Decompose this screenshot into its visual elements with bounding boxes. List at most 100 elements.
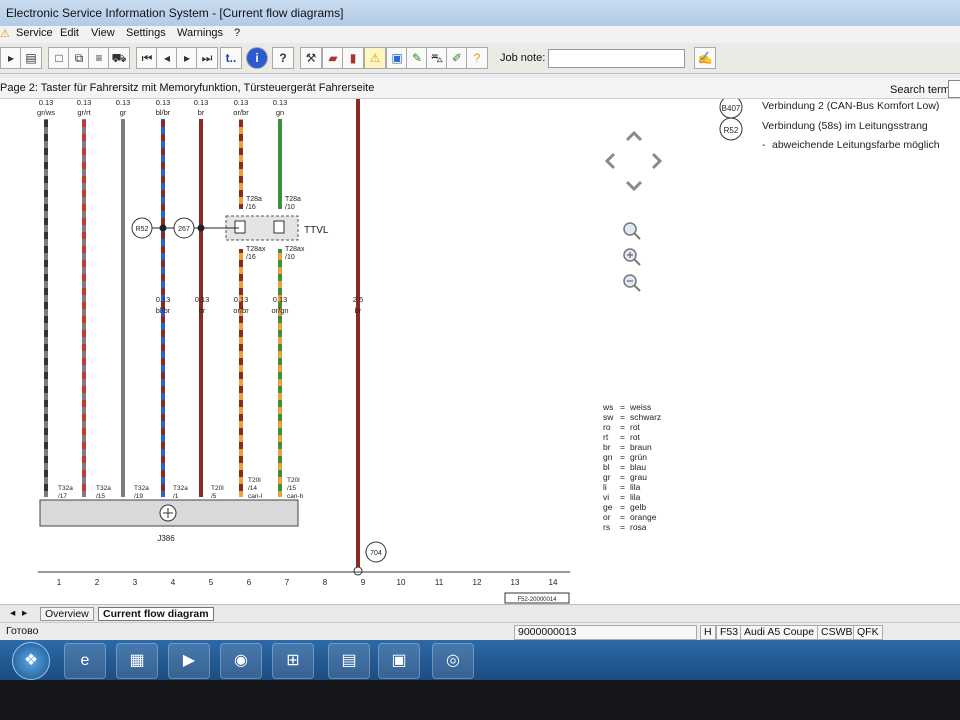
media-player-icon[interactable]: ▶ — [168, 643, 210, 679]
ruler-14: 14 — [549, 578, 558, 587]
diagnostic-app-icon[interactable]: ▤ — [328, 643, 370, 679]
connector-top-pin-1-id: T28a — [246, 196, 262, 203]
ruler-3: 3 — [133, 578, 138, 587]
junction-r52-dot — [159, 224, 167, 232]
first-page-icon[interactable]: ⏮ — [136, 47, 158, 69]
file-explorer-icon[interactable]: ▦ — [116, 643, 158, 679]
ruler-5: 5 — [209, 578, 214, 587]
chrome-icon[interactable]: ◉ — [220, 643, 262, 679]
mid-wire-5-size: 0.13 — [195, 295, 210, 304]
search-label: Search term: — [890, 84, 953, 96]
network-app-icon[interactable]: ⊞ — [272, 643, 314, 679]
wiring-diagram[interactable]: 0.13 gr/ws 0.13 gr/rt 0.13 gr 0.13 bl/br… — [0, 99, 960, 604]
start-button-icon[interactable]: ❖ — [12, 642, 50, 680]
legend-name-5: braun — [630, 442, 652, 452]
wire-1-size: 0.13 — [39, 99, 54, 107]
menu-warnings[interactable]: Warnings — [177, 27, 223, 39]
legend-code-4: rt — [603, 432, 609, 442]
menu-settings[interactable]: Settings — [126, 27, 166, 39]
pin-5-pin: /5 — [211, 493, 217, 500]
notes: B407 Verbindung 2 (CAN-Bus Komfort Low) … — [719, 99, 940, 151]
info-icon[interactable]: i — [246, 47, 268, 69]
ruler-10: 10 — [397, 578, 406, 587]
note-2-text: Verbindung (58s) im Leitungsstrang — [762, 120, 928, 132]
manual-icon[interactable]: ▮ — [342, 47, 364, 69]
pencil-icon[interactable]: ✐ — [446, 47, 468, 69]
job-note-input[interactable] — [548, 49, 685, 68]
vehicle-icon[interactable]: ⛍ — [426, 47, 448, 69]
search-input[interactable] — [948, 80, 960, 98]
menu-edit[interactable]: Edit — [60, 27, 79, 39]
zoom-controls[interactable] — [623, 222, 641, 292]
title-bar[interactable]: Electronic Service Information System - … — [0, 0, 960, 27]
note-3-bullet: - — [762, 139, 766, 151]
menu-help[interactable]: ? — [234, 27, 240, 39]
wire-7-bottom — [278, 249, 282, 497]
ruler-code: F52-20000014 — [517, 597, 557, 603]
connector-ttvl-name: TTVL — [304, 225, 329, 236]
status-bar: Готово 9000000013 H F53 Audi A5 Coupe CS… — [0, 622, 960, 640]
wire-6-size: 0.13 — [234, 99, 249, 107]
mid-wire-7-color: or/gn — [271, 306, 288, 315]
ruler-8: 8 — [323, 578, 328, 587]
pan-left-icon[interactable] — [604, 152, 616, 170]
internet-explorer-icon[interactable]: e — [64, 643, 106, 679]
tab-scroll-right-icon[interactable]: ▸ — [18, 607, 31, 619]
wire-3-size: 0.13 — [116, 99, 131, 107]
pan-up-icon[interactable] — [625, 130, 643, 142]
list-icon[interactable]: ≡ — [88, 47, 110, 69]
next-page-icon[interactable]: ▸ — [176, 47, 198, 69]
zoom-in-handle — [633, 258, 641, 266]
junction-267-dot — [197, 224, 205, 232]
wire-2 — [82, 119, 86, 497]
book-icon[interactable]: ▰ — [322, 47, 344, 69]
arrow-icon[interactable]: ▸ — [0, 47, 22, 69]
note-edit-icon[interactable]: ✍ — [694, 47, 716, 69]
note-1-text: Verbindung 2 (CAN-Bus Komfort Low) — [762, 100, 939, 112]
legend-eq-7: = — [620, 462, 625, 472]
menu-view[interactable]: View — [91, 27, 115, 39]
application-window: Electronic Service Information System - … — [0, 0, 960, 680]
help-icon[interactable]: ? — [272, 47, 294, 69]
legend-name-3: rot — [630, 422, 641, 432]
wire-6-top — [239, 119, 243, 209]
tools-icon[interactable]: ⚒ — [300, 47, 322, 69]
question-icon[interactable]: ? — [466, 47, 488, 69]
mid-wire-6-color: or/br — [233, 306, 249, 315]
database-icon[interactable]: ▣ — [386, 47, 408, 69]
pan-right-icon[interactable] — [651, 152, 663, 170]
wiring-diagram-canvas: 0.13 gr/ws 0.13 gr/rt 0.13 gr 0.13 bl/br… — [37, 99, 940, 604]
document-icon[interactable]: □ — [48, 47, 70, 69]
legend-name-8: grau — [630, 472, 647, 482]
t-button[interactable]: t.. — [220, 47, 242, 69]
legend-code-7: bl — [603, 462, 610, 472]
car-icon[interactable]: ⛟ — [108, 47, 130, 69]
remote-app-icon[interactable]: ◎ — [432, 643, 474, 679]
tab-overview[interactable]: Overview — [40, 607, 94, 621]
last-page-icon[interactable]: ⏭ — [196, 47, 218, 69]
legend-name-7: blau — [630, 462, 646, 472]
top-wire-labels: 0.13 gr/ws 0.13 gr/rt 0.13 gr 0.13 bl/br… — [37, 99, 287, 117]
warning-toolbar-icon[interactable]: ⚠ — [364, 47, 386, 69]
legend-eq-13: = — [620, 522, 625, 532]
pin-4-id: T32a — [173, 485, 188, 492]
tab-current-flow-diagram[interactable]: Current flow diagram — [98, 607, 214, 621]
elsa-app-icon[interactable]: ▣ — [378, 643, 420, 679]
wire-4-size: 0.13 — [156, 99, 171, 107]
connector-bottom-pin-1-id: T28ax — [246, 246, 266, 253]
status-order-number: 9000000013 — [514, 625, 697, 640]
menu-service[interactable]: Service — [16, 27, 53, 39]
pan-down-icon[interactable] — [625, 180, 643, 192]
diagram-navigation[interactable] — [604, 130, 663, 192]
mid-wire-4-color: bl/br — [156, 306, 171, 315]
legend-eq-6: = — [620, 452, 625, 462]
monitor-bezel — [0, 680, 960, 720]
copy-icon[interactable]: ⧉ — [68, 47, 90, 69]
print-icon[interactable]: ▤ — [20, 47, 42, 69]
edit-icon[interactable]: ✎ — [406, 47, 428, 69]
zoom-out-handle — [633, 284, 641, 292]
legend-name-13: rosa — [630, 522, 647, 532]
job-note-label: Job note: — [500, 52, 546, 64]
legend-eq-5: = — [620, 442, 625, 452]
previous-page-icon[interactable]: ◂ — [156, 47, 178, 69]
